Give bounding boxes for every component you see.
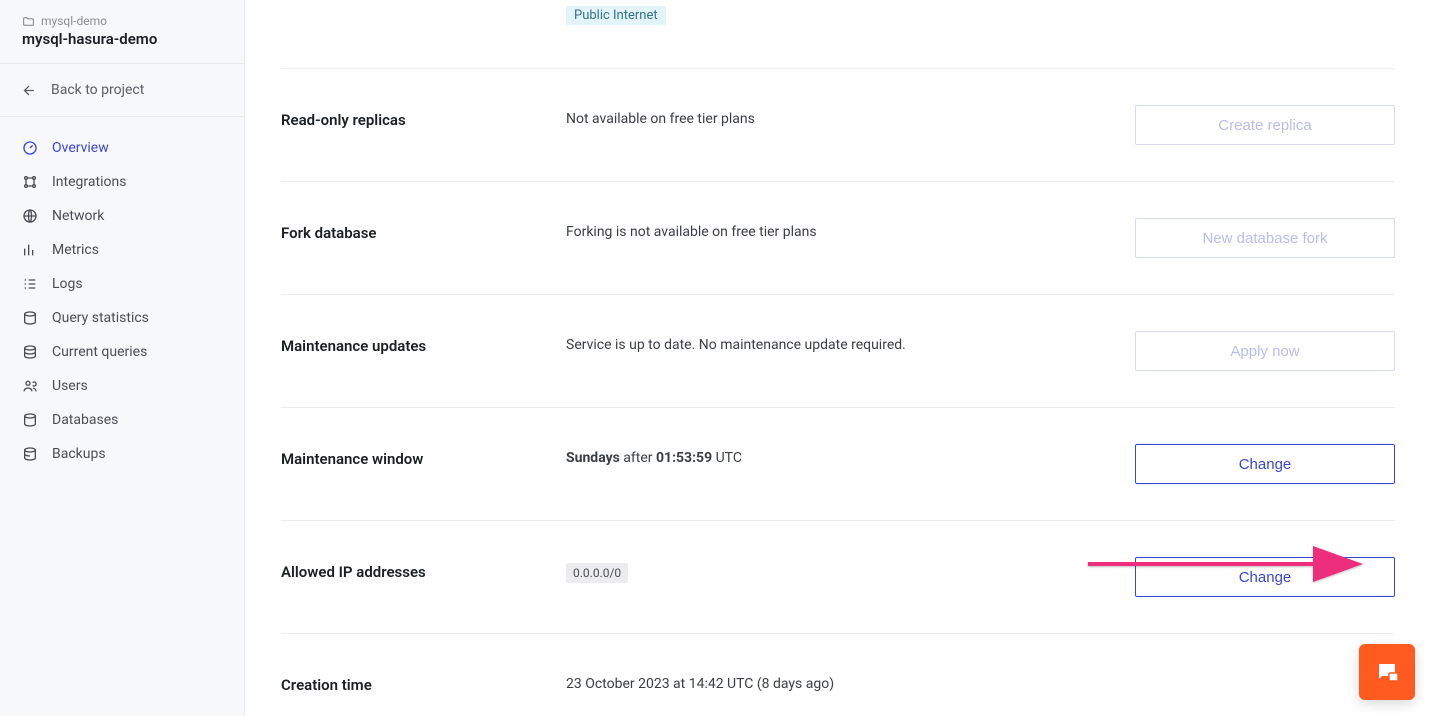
sidebar: mysql-demo mysql-hasura-demo Back to pro… [0, 0, 245, 716]
sidebar-item-network[interactable]: Network [0, 199, 244, 233]
chart-icon [22, 242, 38, 258]
create-replica-button[interactable]: Create replica [1135, 105, 1395, 145]
apply-now-button[interactable]: Apply now [1135, 331, 1395, 371]
setting-value: 23 October 2023 at 14:42 UTC (8 days ago… [566, 670, 1133, 692]
globe-icon [22, 208, 38, 224]
setting-value: Not available on free tier plans [566, 105, 1133, 127]
breadcrumb[interactable]: mysql-demo [22, 14, 222, 28]
setting-label: Allowed IP addresses [281, 557, 566, 581]
sidebar-item-integrations[interactable]: Integrations [0, 165, 244, 199]
setting-row-replicas: Read-only replicas Not available on free… [281, 69, 1395, 182]
sidebar-item-label: Overview [52, 140, 109, 156]
sidebar-item-overview[interactable]: Overview [0, 131, 244, 165]
database-query-icon [22, 344, 38, 360]
sidebar-item-current-queries[interactable]: Current queries [0, 335, 244, 369]
sidebar-item-label: Network [52, 208, 104, 224]
sidebar-nav: Overview Integrations Network Metrics Lo… [0, 117, 244, 485]
setting-value: Sundays after 01:53:59 UTC [566, 444, 1133, 466]
database-stats-icon [22, 310, 38, 326]
gauge-icon [22, 140, 38, 156]
arrow-left-icon [22, 83, 37, 98]
setting-label: Maintenance window [281, 444, 566, 468]
backup-icon [22, 446, 38, 462]
setting-row-fork: Fork database Forking is not available o… [281, 182, 1395, 295]
chat-icon [1375, 660, 1399, 684]
new-database-fork-button[interactable]: New database fork [1135, 218, 1395, 258]
mw-after: after [620, 450, 656, 466]
setting-label: Read-only replicas [281, 105, 566, 129]
sidebar-item-logs[interactable]: Logs [0, 267, 244, 301]
change-maintenance-window-button[interactable]: Change [1135, 444, 1395, 484]
mw-tz: UTC [712, 450, 742, 466]
change-allowed-ips-button[interactable]: Change [1135, 557, 1395, 597]
sidebar-item-label: Users [52, 378, 88, 394]
sidebar-item-databases[interactable]: Databases [0, 403, 244, 437]
setting-row-allowed-ips: Allowed IP addresses 0.0.0.0/0 Change [281, 521, 1395, 634]
chat-widget-button[interactable] [1359, 644, 1415, 700]
sidebar-item-backups[interactable]: Backups [0, 437, 244, 471]
setting-row-creation-time: Creation time 23 October 2023 at 14:42 U… [281, 634, 1395, 716]
setting-row-maintenance-window: Maintenance window Sundays after 01:53:5… [281, 408, 1395, 521]
back-label: Back to project [51, 82, 144, 98]
sidebar-item-label: Integrations [52, 174, 126, 190]
setting-row-maintenance-updates: Maintenance updates Service is up to dat… [281, 295, 1395, 408]
sidebar-item-metrics[interactable]: Metrics [0, 233, 244, 267]
sidebar-item-users[interactable]: Users [0, 369, 244, 403]
mw-time: 01:53:59 [656, 450, 712, 466]
setting-label: Maintenance updates [281, 331, 566, 355]
sidebar-item-label: Backups [52, 446, 106, 462]
mw-day: Sundays [566, 450, 620, 466]
sidebar-item-label: Query statistics [52, 310, 149, 326]
folder-icon [22, 15, 35, 28]
breadcrumb-header: mysql-demo mysql-hasura-demo [0, 0, 244, 63]
setting-value: Forking is not available on free tier pl… [566, 218, 1133, 240]
sidebar-item-query-statistics[interactable]: Query statistics [0, 301, 244, 335]
list-icon [22, 276, 38, 292]
sidebar-item-label: Databases [52, 412, 118, 428]
service-name: mysql-hasura-demo [22, 30, 222, 48]
setting-label: Fork database [281, 218, 566, 242]
users-icon [22, 378, 38, 394]
setting-value: 0.0.0.0/0 [566, 557, 1133, 583]
back-to-project-link[interactable]: Back to project [0, 63, 244, 117]
setting-value: Service is up to date. No maintenance up… [566, 331, 1133, 353]
setting-label: Creation time [281, 670, 566, 694]
ip-tag: 0.0.0.0/0 [566, 563, 628, 583]
public-internet-tag: Public Internet [566, 6, 666, 25]
main-content: Public Internet Read-only replicas Not a… [245, 0, 1431, 716]
setting-row-public-internet: Public Internet [281, 0, 1395, 69]
sidebar-item-label: Current queries [52, 344, 147, 360]
database-icon [22, 412, 38, 428]
breadcrumb-project: mysql-demo [41, 14, 107, 28]
nodes-icon [22, 174, 38, 190]
sidebar-item-label: Logs [52, 276, 83, 292]
sidebar-item-label: Metrics [52, 242, 99, 258]
